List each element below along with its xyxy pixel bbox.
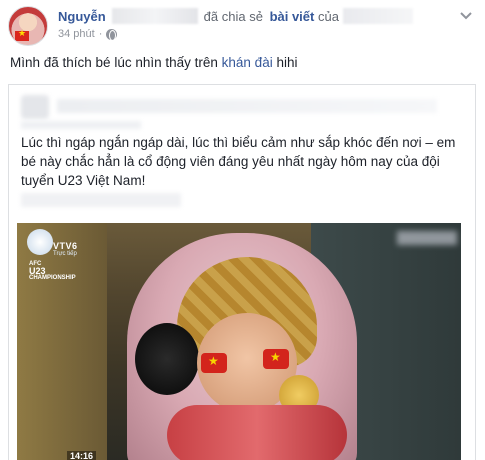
globe-icon[interactable] (106, 28, 118, 41)
event-label: AFC U23 CHAMPIONSHIP (29, 261, 76, 282)
author-name-link[interactable]: Nguyễn (58, 9, 106, 24)
post-message-suffix: hihi (276, 55, 298, 70)
post-message: Mình đã thích bé lúc nhìn thấy trên khán… (10, 54, 297, 72)
blurred-watermark (397, 231, 457, 245)
video-timestamp: 14:16 (67, 451, 97, 460)
chevron-down-icon[interactable] (460, 12, 472, 20)
post-author-line: Nguyễn đã chia sẻ bài viết của (58, 8, 413, 24)
post-time[interactable]: 34 phút (58, 28, 95, 40)
live-label: Trực tiếp (53, 251, 77, 257)
black-earmuff (135, 323, 199, 395)
author-avatar[interactable] (8, 6, 48, 46)
blurred-meta (21, 121, 141, 129)
shared-text: đã chia sẻ (203, 9, 263, 24)
cheek-flag-right (263, 349, 289, 369)
post-message-text: Mình đã thích bé lúc nhìn thấy trên (10, 55, 218, 70)
channel-logo: VTV6 (53, 241, 78, 251)
event-line2: U23 (29, 266, 46, 276)
blurred-author-surname (111, 8, 198, 24)
blurred-page-title (57, 99, 437, 113)
red-scarf (167, 405, 347, 460)
afc-ball-icon (27, 229, 53, 255)
broadcast-logo: VTV6 Trực tiếp AFC U23 CHAMPIONSHIP (25, 227, 105, 281)
shared-post-link[interactable]: bài viết (270, 9, 315, 24)
post-meta: 34 phút · (58, 28, 118, 41)
shared-post-text: Lúc thì ngáp ngắn ngáp dài, lúc thì biểu… (21, 135, 456, 188)
hashtag-link[interactable]: khán đài (222, 55, 273, 70)
cheek-flag-left (201, 353, 227, 373)
blurred-original-header (21, 95, 441, 119)
vietnam-flag-icon (15, 28, 29, 41)
blurred-strip (21, 193, 181, 207)
blurred-page-avatar (21, 95, 49, 119)
meta-separator: · (98, 28, 103, 40)
of-text: của (317, 9, 339, 24)
shared-post-card[interactable]: Lúc thì ngáp ngắn ngáp dài, lúc thì biểu… (8, 84, 476, 460)
blurred-page-name (342, 8, 413, 24)
event-line3: CHAMPIONSHIP (29, 275, 76, 281)
video-thumbnail[interactable]: VTV6 Trực tiếp AFC U23 CHAMPIONSHIP 14:1… (17, 223, 461, 460)
post-header: Nguyễn đã chia sẻ bài viết của 34 phút · (8, 6, 478, 46)
